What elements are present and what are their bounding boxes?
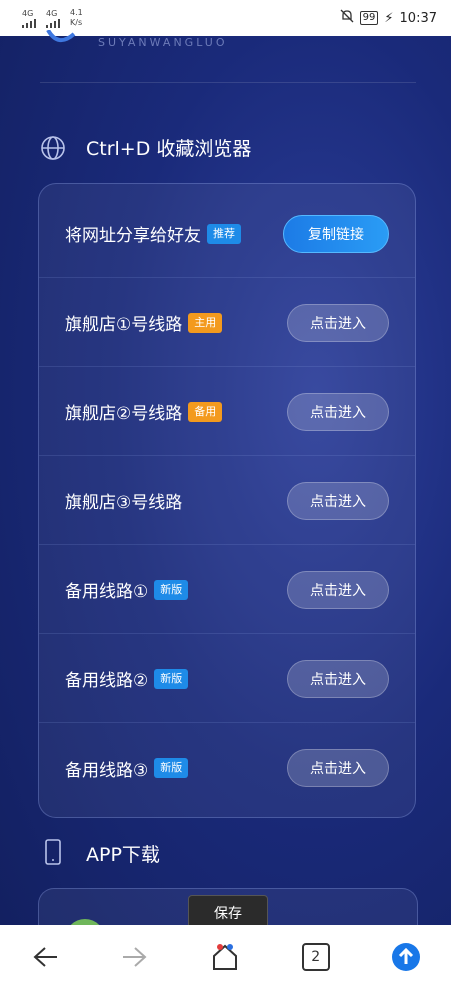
app-section-header: APP下载 <box>40 839 160 867</box>
signal-1-label: 4G <box>22 8 34 18</box>
back-arrow-icon[interactable] <box>25 937 65 977</box>
enter-button[interactable]: 点击进入 <box>287 392 389 431</box>
enter-button[interactable]: 点击进入 <box>287 481 389 520</box>
share-row: 将网址分享给好友 推荐 复制链接 <box>39 190 415 278</box>
signal-2-label: 4G <box>46 8 58 18</box>
route-panel: 将网址分享给好友 推荐 复制链接 旗舰店①号线路 主用 点击进入 旗舰店②号线路… <box>38 183 416 818</box>
route-row: 备用线路③ 新版 点击进入 <box>39 724 415 812</box>
row-label: 将网址分享给好友 <box>65 226 201 246</box>
status-left: 4G 4G 4.1 K/s <box>22 8 83 28</box>
new-badge: 新版 <box>154 758 189 778</box>
divider <box>40 82 416 83</box>
row-label: 备用线路③ <box>65 760 149 781</box>
route-row: 旗舰店③号线路 点击进入 <box>39 457 415 545</box>
speed-unit: K/s <box>70 18 83 27</box>
backup-badge: 备用 <box>188 401 223 422</box>
route-row: 备用线路② 新版 点击进入 <box>39 635 415 723</box>
new-badge: 新版 <box>154 668 189 689</box>
speed-value: 4.1 <box>70 8 83 17</box>
network-speed: 4.1 K/s <box>70 8 83 28</box>
row-label: 旗舰店②号线路 <box>65 404 183 424</box>
tab-count: 2 <box>311 949 321 965</box>
recommend-badge: 推荐 <box>207 223 241 244</box>
copy-link-button[interactable]: 复制链接 <box>283 214 389 253</box>
enter-button[interactable]: 点击进入 <box>287 659 389 698</box>
app-section-title: APP下载 <box>86 843 160 866</box>
route-row: 旗舰店①号线路 主用 点击进入 <box>39 279 415 367</box>
route-row: 旗舰店②号线路 备用 点击进入 <box>39 368 415 456</box>
signal-icon-2: 4G <box>46 9 64 28</box>
charging-icon: ⚡ <box>384 10 394 26</box>
battery-level: 99 <box>359 11 379 25</box>
globe-icon <box>40 135 66 161</box>
brand-text: SUYANWANGLUO <box>98 36 228 49</box>
row-label: 备用线路② <box>65 671 149 691</box>
bookmark-section-header: Ctrl+D 收藏浏览器 <box>40 134 251 161</box>
upload-icon[interactable] <box>386 937 426 977</box>
browser-nav-bar: 2 <box>0 925 451 989</box>
enter-button[interactable]: 点击进入 <box>287 749 389 787</box>
bookmark-section-title: Ctrl+D 收藏浏览器 <box>86 138 252 160</box>
mute-bell-icon <box>340 9 354 27</box>
row-label: 旗舰店③号线路 <box>65 493 183 513</box>
tabs-icon[interactable]: 2 <box>296 937 336 977</box>
enter-button[interactable]: 点击进入 <box>287 570 389 609</box>
brand-logo <box>44 28 80 50</box>
route-row: 备用线路① 新版 点击进入 <box>39 546 415 634</box>
enter-button[interactable]: 点击进入 <box>287 303 389 342</box>
row-label: 备用线路① <box>65 582 149 602</box>
status-right: 99 ⚡ 10:37 <box>340 9 437 27</box>
home-icon[interactable] <box>205 937 245 977</box>
phone-icon <box>40 839 66 867</box>
row-label: 旗舰店①号线路 <box>65 315 183 335</box>
clock: 10:37 <box>399 10 437 26</box>
main-badge: 主用 <box>188 312 223 333</box>
forward-arrow-icon[interactable] <box>115 937 155 977</box>
signal-icon: 4G <box>22 9 40 28</box>
new-badge: 新版 <box>154 579 189 600</box>
